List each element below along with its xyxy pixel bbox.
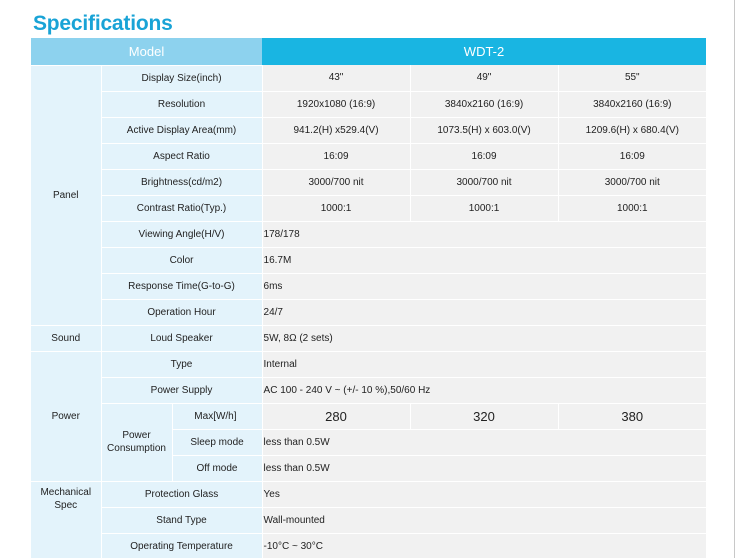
cell-value: 3840x2160 (16:9) xyxy=(409,91,559,118)
cell-value: 1000:1 xyxy=(261,195,411,222)
table-row: Power Supply AC 100 - 240 V ~ (+/- 10 %)… xyxy=(31,377,707,404)
cell-value: Internal xyxy=(261,351,707,378)
row-label: Resolution xyxy=(100,91,263,118)
row-label: Off mode xyxy=(171,455,263,482)
cell-value: AC 100 - 240 V ~ (+/- 10 %),50/60 Hz xyxy=(261,377,707,404)
table-row: Aspect Ratio 16:09 16:09 16:09 xyxy=(31,143,707,170)
table-row: Stand Type Wall-mounted xyxy=(31,507,707,534)
cell-value: 320 xyxy=(409,403,559,430)
cell-value: 43" xyxy=(261,65,411,92)
row-label: Contrast Ratio(Typ.) xyxy=(100,195,263,222)
cell-value: 280 xyxy=(261,403,411,430)
cell-value: 6ms xyxy=(261,273,707,300)
table-row: Viewing Angle(H/V) 178/178 xyxy=(31,221,707,248)
cell-value: 1000:1 xyxy=(409,195,559,222)
model-header: Model xyxy=(31,38,263,66)
model-value-header: WDT-2 xyxy=(262,38,707,65)
cell-value: 1209.6(H) x 680.4(V) xyxy=(557,117,707,144)
row-label: Brightness(cd/m2) xyxy=(100,169,263,196)
page-border xyxy=(734,0,735,558)
row-label: Operation Hour xyxy=(100,299,263,326)
cell-value: 380 xyxy=(557,403,707,430)
table-row: Power Consumption Max[W/h] 280 320 380 xyxy=(31,403,707,482)
row-label: Display Size(inch) xyxy=(100,65,263,92)
row-label: Color xyxy=(100,247,263,274)
row-label: Response Time(G-to-G) xyxy=(100,273,263,300)
cell-value: 55" xyxy=(557,65,707,92)
row-label: Loud Speaker xyxy=(100,325,263,352)
cell-value: Yes xyxy=(261,481,707,508)
table-row: Panel Display Size(inch) 43" 49" 55" xyxy=(31,65,707,326)
table-row: Mechanical Spec Protection Glass Yes xyxy=(31,481,707,558)
spec-table: Model WDT-2 Panel Display Size(inch) 43"… xyxy=(31,38,707,558)
cell-value: -10°C ~ 30°C xyxy=(261,533,707,558)
category-power: Power xyxy=(31,351,101,482)
row-label: Operating Temperature xyxy=(100,533,263,558)
cell-value: 16:09 xyxy=(261,143,411,170)
cell-value: 3840x2160 (16:9) xyxy=(557,91,707,118)
table-header-row: Model WDT-2 xyxy=(31,38,707,66)
cell-value: 3000/700 nit xyxy=(557,169,707,196)
table-row: Contrast Ratio(Typ.) 1000:1 1000:1 1000:… xyxy=(31,195,707,222)
cell-value: 1073.5(H) x 603.0(V) xyxy=(409,117,559,144)
row-label-power-consumption: Power Consumption xyxy=(100,403,172,482)
cell-value: 178/178 xyxy=(261,221,707,248)
cell-value: 49" xyxy=(409,65,559,92)
row-label: Active Display Area(mm) xyxy=(100,117,263,144)
table-row: Sound Loud Speaker 5W, 8Ω (2 sets) xyxy=(31,325,707,352)
cell-value: less than 0.5W xyxy=(261,455,707,482)
category-panel: Panel xyxy=(31,65,101,326)
table-row: Resolution 1920x1080 (16:9) 3840x2160 (1… xyxy=(31,91,707,118)
row-label: Max[W/h] xyxy=(171,403,263,430)
row-label: Sleep mode xyxy=(171,429,263,456)
row-label: Type xyxy=(100,351,263,378)
cell-value: 5W, 8Ω (2 sets) xyxy=(261,325,707,352)
cell-value: 16:09 xyxy=(409,143,559,170)
table-row: Active Display Area(mm) 941.2(H) x529.4(… xyxy=(31,117,707,144)
category-mechanical: Mechanical Spec xyxy=(31,481,101,558)
row-label: Protection Glass xyxy=(100,481,263,508)
table-row: Brightness(cd/m2) 3000/700 nit 3000/700 … xyxy=(31,169,707,196)
cell-value: 3000/700 nit xyxy=(409,169,559,196)
cell-value: 16:09 xyxy=(557,143,707,170)
table-row: Color 16.7M xyxy=(31,247,707,274)
cell-value: 941.2(H) x529.4(V) xyxy=(261,117,411,144)
cell-value: 1000:1 xyxy=(557,195,707,222)
cell-value: 1920x1080 (16:9) xyxy=(261,91,411,118)
table-row: Power Type Internal xyxy=(31,351,707,482)
cell-value: Wall-mounted xyxy=(261,507,707,534)
cell-value: 16.7M xyxy=(261,247,707,274)
table-row: Operation Hour 24/7 xyxy=(31,299,707,326)
cell-value: 3000/700 nit xyxy=(261,169,411,196)
row-label: Aspect Ratio xyxy=(100,143,263,170)
table-row: Response Time(G-to-G) 6ms xyxy=(31,273,707,300)
page-title: Specifications xyxy=(33,12,173,35)
cell-value: less than 0.5W xyxy=(261,429,707,456)
row-label: Stand Type xyxy=(100,507,263,534)
table-row: Operating Temperature -10°C ~ 30°C xyxy=(31,533,707,558)
row-label: Power Supply xyxy=(100,377,263,404)
row-label: Viewing Angle(H/V) xyxy=(100,221,263,248)
cell-value: 24/7 xyxy=(261,299,707,326)
category-sound: Sound xyxy=(31,325,101,352)
